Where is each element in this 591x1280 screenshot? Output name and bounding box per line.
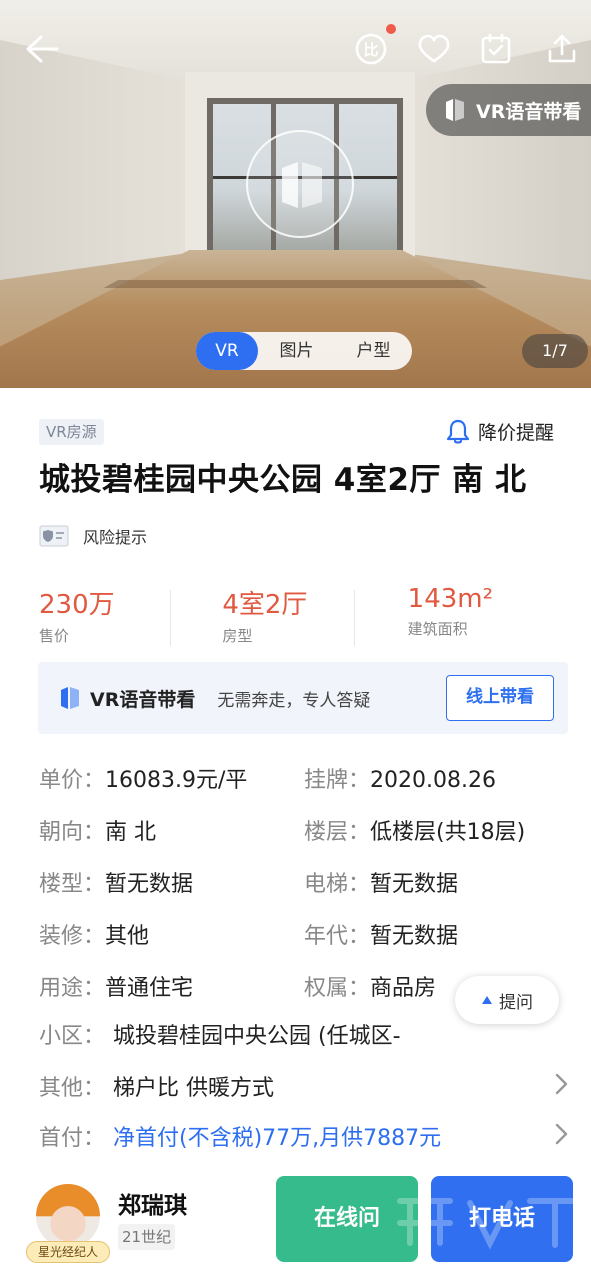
- detail-ownership: 权属：商品房: [304, 970, 436, 1002]
- detail-key: 装修：: [39, 924, 106, 949]
- shield-card-icon: [39, 525, 69, 547]
- detail-year: 年代：暂无数据: [304, 918, 458, 950]
- detail-listed-date: 挂牌：2020.08.26: [304, 762, 496, 794]
- detail-elevator: 电梯：暂无数据: [304, 866, 458, 898]
- caret-up-icon: [482, 996, 492, 1004]
- ask-question-button[interactable]: 提问: [455, 976, 559, 1024]
- stat-value: 230万: [39, 590, 115, 620]
- detail-down-payment[interactable]: 首付： 净首付(不含税)77万,月供7887元: [39, 1120, 441, 1152]
- calendar-check-icon[interactable]: [474, 24, 518, 74]
- top-toolbar: 比: [0, 24, 591, 76]
- detail-value: 普通住宅: [105, 976, 194, 1001]
- detail-value: 其他: [105, 924, 150, 949]
- detail-value: 梯户比 供暖方式: [113, 1076, 275, 1101]
- detail-usage: 用途：普通住宅: [39, 970, 193, 1002]
- detail-key: 朝向：: [39, 820, 106, 845]
- agent-name[interactable]: 郑瑞琪: [118, 1186, 187, 1220]
- vr-banner-desc: 无需奔走，专人答疑: [217, 690, 371, 711]
- agent-badge: 星光经纪人: [26, 1241, 110, 1263]
- call-button[interactable]: 打电话: [431, 1176, 573, 1262]
- stat-area: 143m² 建筑面积: [353, 584, 569, 654]
- detail-floor: 楼层：低楼层(共18层): [304, 814, 525, 846]
- detail-key: 小区：: [39, 1024, 106, 1049]
- detail-key: 权属：: [304, 976, 371, 1001]
- agent-avatar[interactable]: [36, 1184, 100, 1248]
- detail-value: 南 北: [105, 820, 157, 845]
- price-drop-alert-label: 降价提醒: [478, 422, 555, 444]
- chevron-right-icon[interactable]: [552, 1122, 570, 1146]
- detail-value: 商品房: [370, 976, 437, 1001]
- listing-photo[interactable]: 比 VR语音带看 VR 图片 户型 1/7: [0, 0, 591, 388]
- detail-value: 暂无数据: [370, 872, 459, 897]
- detail-value: 城投碧桂园中央公园 (任城区-: [113, 1024, 401, 1049]
- heart-icon[interactable]: [412, 24, 456, 74]
- stat-label: 房型: [222, 627, 253, 645]
- risk-notice-label: 风险提示: [83, 528, 148, 547]
- detail-key: 用途：: [39, 976, 106, 1001]
- vr-voice-tour-banner: VR语音带看 无需奔走，专人答疑 线上带看: [38, 662, 568, 734]
- photo-pager: 1/7: [522, 334, 588, 368]
- stat-label: 建筑面积: [407, 620, 468, 638]
- stat-price: 230万 售价: [39, 584, 200, 654]
- detail-value: 暂无数据: [370, 924, 459, 949]
- detail-key: 单价：: [39, 768, 106, 793]
- detail-value: 2020.08.26: [370, 768, 496, 793]
- key-stats: 230万 售价 4室2厅 房型 143m² 建筑面积: [39, 584, 569, 654]
- detail-value: 低楼层(共18层): [370, 820, 526, 845]
- detail-key: 电梯：: [304, 872, 371, 897]
- media-tabs: VR 图片 户型: [196, 332, 412, 370]
- vr-voice-tour-label: VR语音带看: [476, 100, 582, 123]
- listing-title: 城投碧桂园中央公园 4室2厅 南 北: [39, 462, 527, 498]
- detail-community[interactable]: 小区： 城投碧桂园中央公园 (任城区-: [39, 1018, 459, 1050]
- stat-value: 4室2厅: [222, 590, 308, 620]
- detail-key: 其他：: [39, 1076, 106, 1101]
- agent-company: 21世纪: [118, 1224, 176, 1250]
- tab-vr[interactable]: VR: [196, 332, 258, 370]
- vr-voice-tour-pill[interactable]: VR语音带看: [426, 84, 591, 136]
- tab-photos[interactable]: 图片: [258, 332, 335, 370]
- detail-value: 16083.9元/平: [105, 768, 248, 793]
- online-chat-button[interactable]: 在线问: [276, 1176, 418, 1262]
- detail-unit-price: 单价：16083.9元/平: [39, 762, 247, 794]
- vr-logo-icon: [446, 99, 464, 121]
- ask-question-label: 提问: [499, 992, 533, 1013]
- detail-building-type: 楼型：暂无数据: [39, 866, 193, 898]
- detail-key: 首付：: [39, 1126, 106, 1151]
- notification-dot: [386, 24, 396, 34]
- share-icon[interactable]: [540, 24, 584, 74]
- vr-banner-title: VR语音带看: [90, 688, 196, 711]
- detail-orientation: 朝向：南 北: [39, 814, 156, 846]
- online-tour-button[interactable]: 线上带看: [446, 675, 554, 721]
- detail-key: 挂牌：: [304, 768, 371, 793]
- detail-value: 净首付(不含税)77万,月供7887元: [113, 1126, 442, 1151]
- tab-floorplan[interactable]: 户型: [335, 332, 412, 370]
- vr-play-button[interactable]: [246, 130, 354, 238]
- detail-key: 楼型：: [39, 872, 106, 897]
- vr-logo-icon: [61, 687, 79, 709]
- detail-other[interactable]: 其他： 梯户比 供暖方式: [39, 1070, 274, 1102]
- back-arrow-icon[interactable]: [20, 24, 64, 74]
- detail-value: 暂无数据: [105, 872, 194, 897]
- detail-key: 年代：: [304, 924, 371, 949]
- risk-notice[interactable]: 风险提示: [39, 524, 147, 548]
- stat-layout: 4室2厅 房型: [170, 584, 383, 654]
- stat-label: 售价: [39, 627, 70, 645]
- detail-decoration: 装修：其他: [39, 918, 149, 950]
- vr-logo-icon: [282, 162, 322, 208]
- chevron-right-icon[interactable]: [552, 1072, 570, 1096]
- svg-text:比: 比: [363, 41, 378, 59]
- price-drop-alert-button[interactable]: 降价提醒: [446, 418, 554, 445]
- bell-icon: [446, 419, 470, 444]
- vr-listing-tag: VR房源: [39, 419, 104, 445]
- listing-details: VR房源 降价提醒 城投碧桂园中央公园 4室2厅 南 北 风险提示 230万 售…: [0, 388, 591, 1280]
- detail-key: 楼层：: [304, 820, 371, 845]
- stat-value: 143m²: [407, 584, 494, 614]
